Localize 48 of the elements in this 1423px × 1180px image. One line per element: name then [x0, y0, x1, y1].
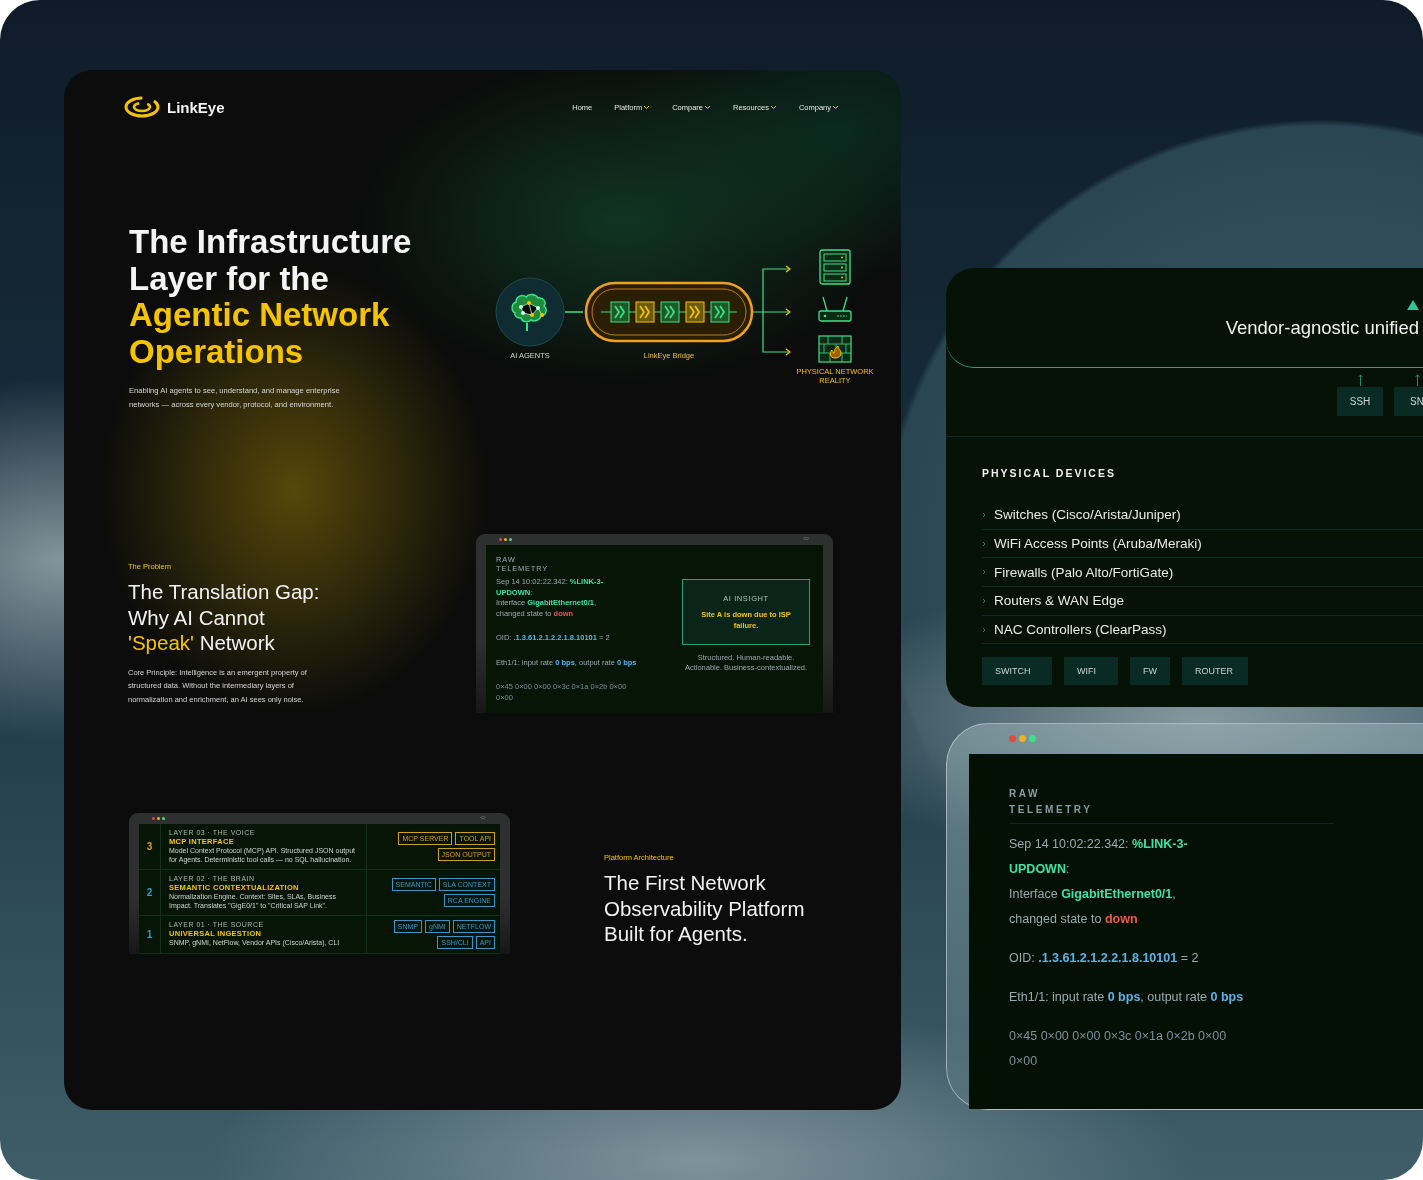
device-tag: WIFI [1064, 657, 1118, 686]
log-line: Interface GigabitEthernet0/1, [1009, 885, 1177, 903]
section-heading: The First Network Observability Platform Built for Agents. [604, 870, 806, 947]
layer-number: 1 [146, 929, 153, 940]
telemetry-title: RAW TELEMETRY [1009, 785, 1334, 824]
device-tag: FW [1130, 657, 1170, 686]
device-tag: SWITCH [982, 657, 1052, 686]
devices-title: PHYSICAL DEVICES [982, 467, 1117, 479]
log-line: 0×00 [1009, 1052, 1039, 1070]
window-dots-icon [1009, 735, 1036, 743]
brain-icon [495, 277, 565, 347]
layer-number: 3 [146, 841, 153, 852]
chevron-icon [982, 569, 986, 576]
window-dots-icon [152, 817, 165, 820]
log-line: UPDOWN: [1009, 860, 1071, 878]
arrow-up-icon [1357, 374, 1363, 386]
brand-name: LinkEye [167, 98, 225, 116]
device-item: Routers & WAN Edge [994, 593, 1125, 609]
protocol-chip: SN [1394, 387, 1423, 416]
log-line: changed state to down [1009, 910, 1139, 928]
log-line: Sep 14 10:02:22.342: %LINK-3- [1009, 835, 1189, 853]
chevron-icon [982, 626, 986, 633]
wifi-icon [479, 816, 487, 821]
arrow-up-icon [1414, 374, 1420, 386]
router-icon [817, 295, 853, 323]
wifi-icon [802, 537, 810, 542]
log-line: OID: .1.3.61.2.1.2.2.1.8.10101 = 2 [1009, 949, 1200, 967]
protocol-chip: SSH [1337, 387, 1383, 416]
device-tag: ROUTER [1182, 657, 1248, 686]
log-line: 0×45 0×00 0×00 0×3c 0×1a 0×2b 0×00 [1009, 1027, 1228, 1045]
device-item: WiFi Access Points (Aruba/Meraki) [994, 536, 1202, 552]
section-heading: The Translation Gap: Why AI Cannot 'Speak' Network [128, 579, 321, 656]
chevron-icon [982, 597, 986, 604]
logo-icon [124, 96, 160, 118]
log-line: Eth1/1: input rate 0 bps, output rate 0 bps [1009, 988, 1245, 1006]
chevron-icon [982, 540, 986, 547]
chevron-icon [982, 511, 986, 518]
window-dots-icon [499, 538, 512, 541]
device-item: Firewalls (Palo Alto/FortiGate) [994, 564, 1174, 580]
server-icon [819, 249, 851, 287]
connector-line [565, 309, 583, 315]
device-item: Switches (Cisco/Arista/Juniper) [994, 507, 1181, 523]
hero-title: The Infrastructure Layer for the Agentic Network Operations [129, 224, 413, 370]
firewall-icon [818, 335, 852, 363]
device-item: NAC Controllers (ClearPass) [994, 622, 1167, 638]
layer-number: 2 [146, 887, 153, 898]
triangle-icon [1407, 300, 1419, 310]
card-headline: Vendor-agnostic unified [1225, 317, 1419, 339]
